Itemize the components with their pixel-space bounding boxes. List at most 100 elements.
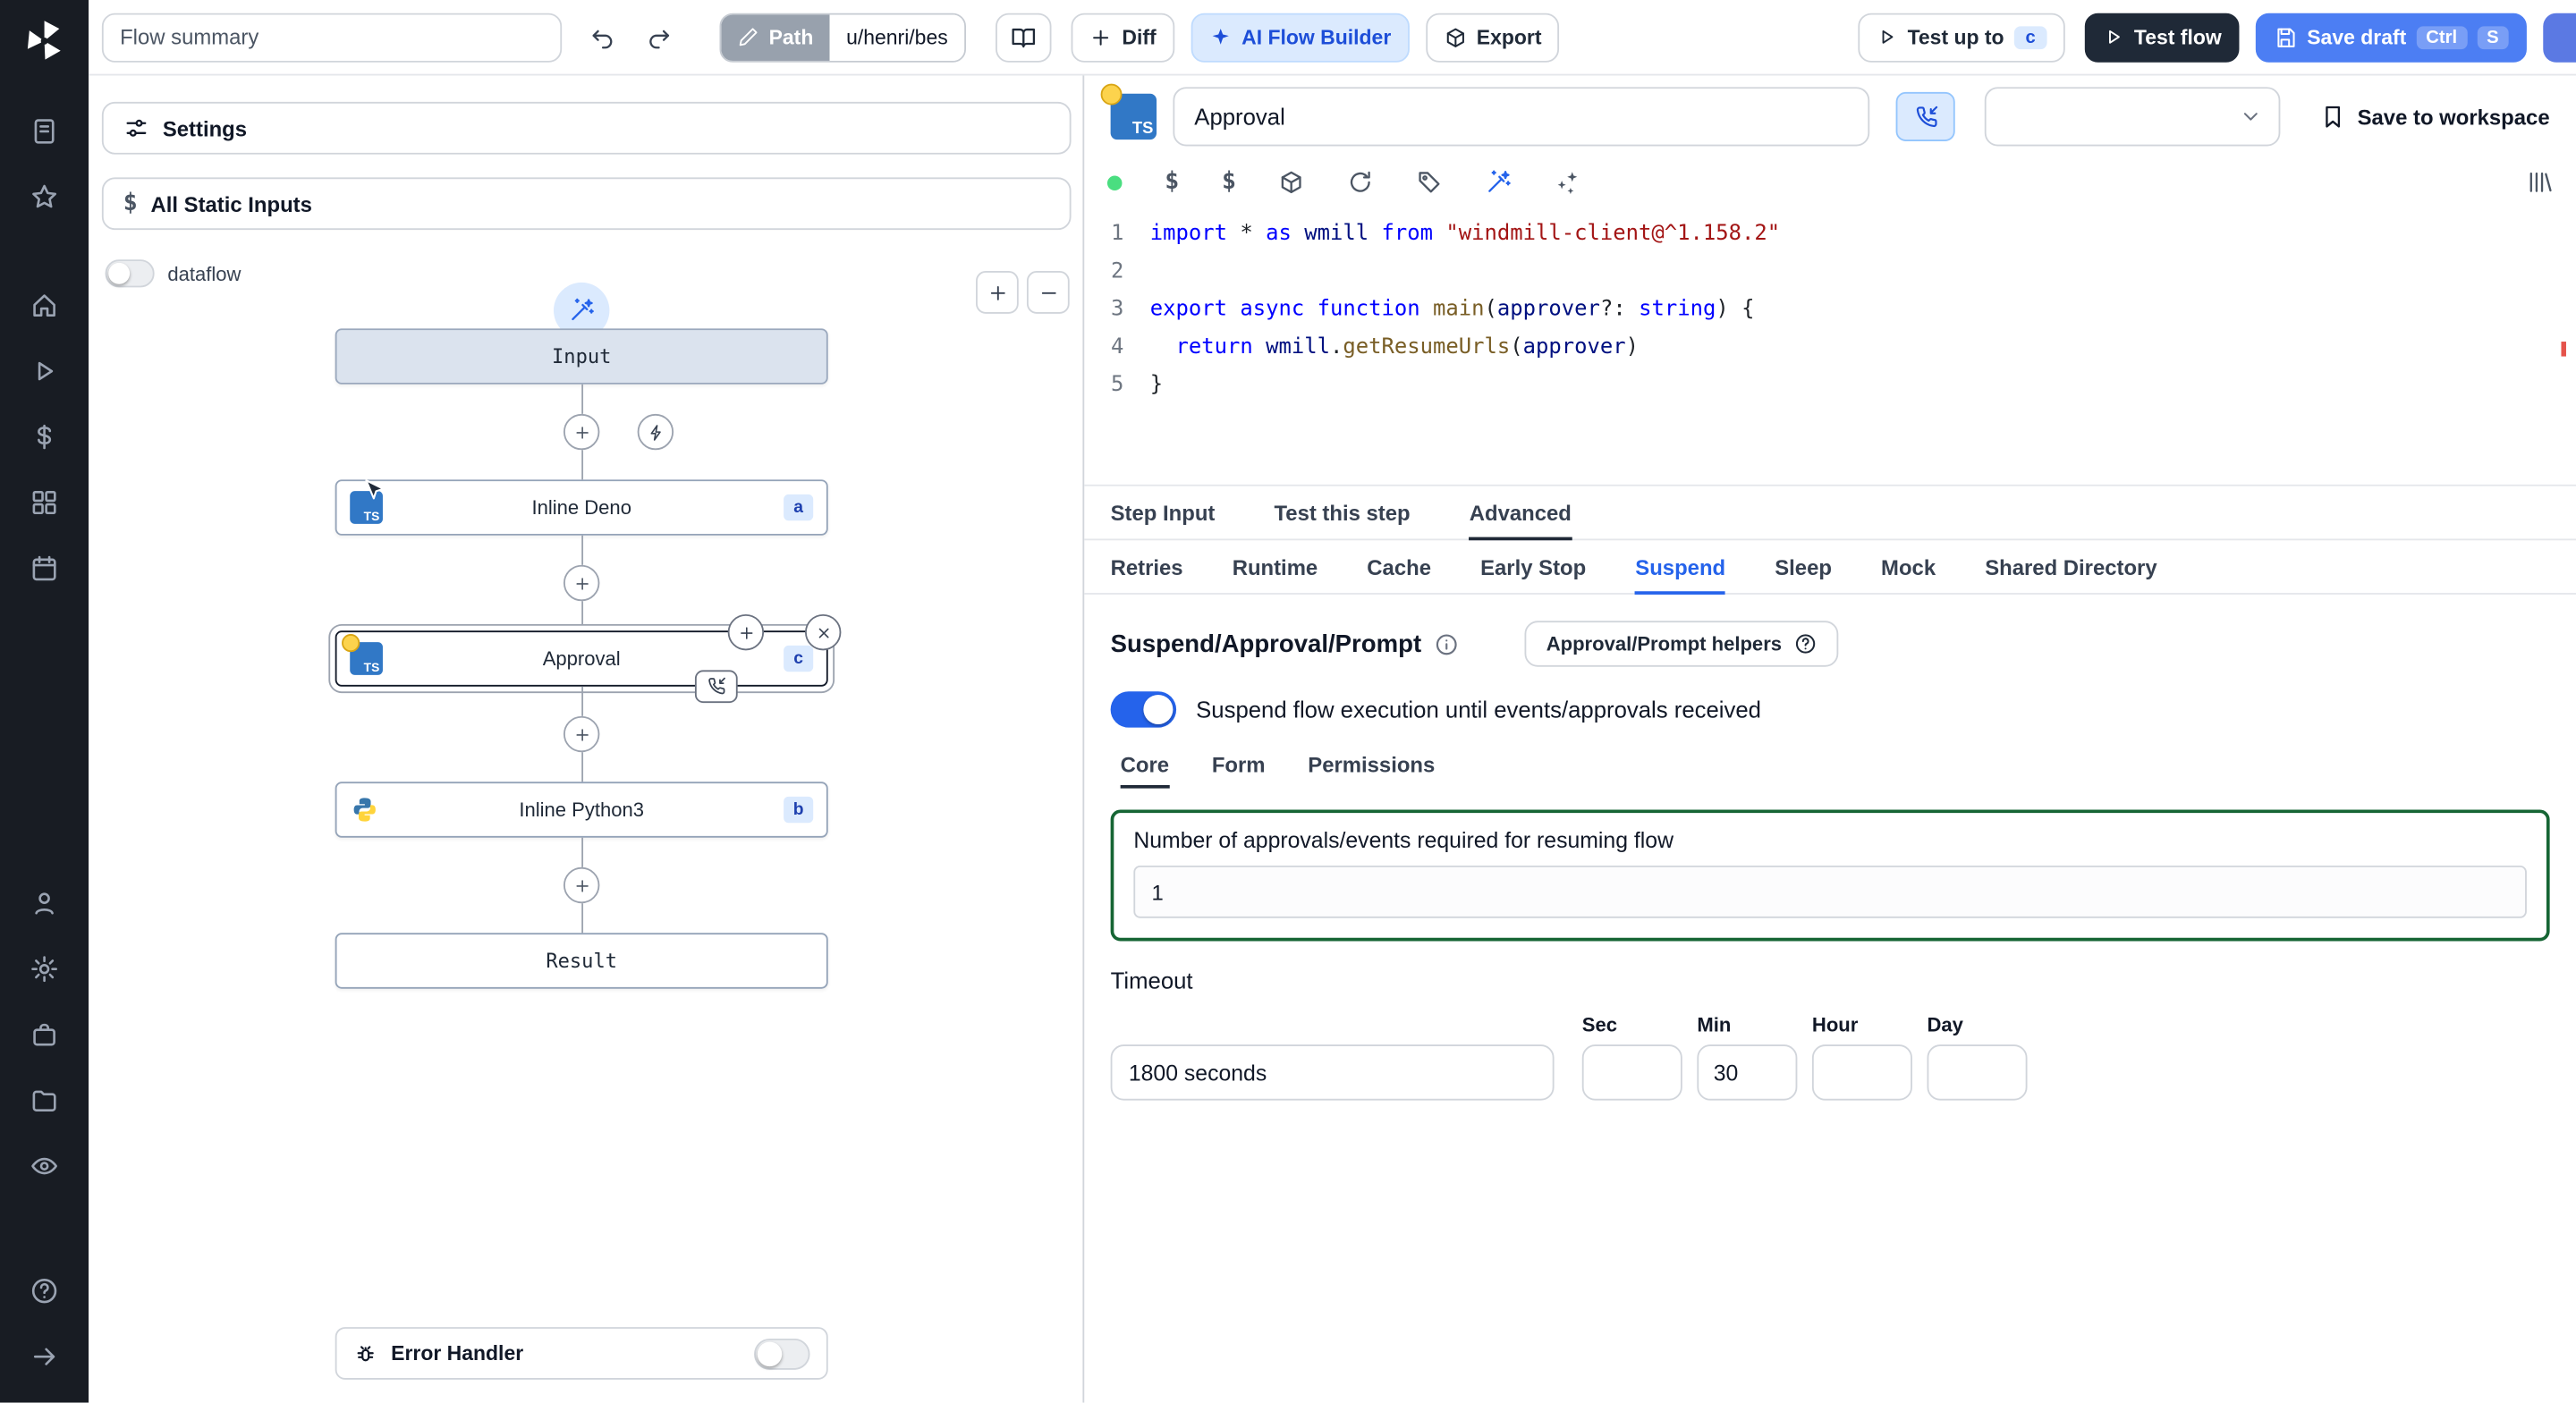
flow-panel: Settings $ All Static Inputs dataflow Inp… [89, 75, 1085, 1403]
error-handler-toggle[interactable] [754, 1338, 810, 1369]
tab-form[interactable]: Form [1212, 740, 1266, 786]
step-name-input[interactable] [1173, 87, 1870, 147]
tab-permissions[interactable]: Permissions [1308, 740, 1435, 786]
subtab-early-stop[interactable]: Early Stop [1480, 540, 1586, 593]
suspend-phone-button[interactable] [1895, 91, 1955, 141]
approvals-count-input[interactable] [1133, 865, 2527, 918]
docs-button[interactable] [995, 12, 1052, 62]
insert-step-button[interactable] [563, 866, 600, 904]
rail-folders-button[interactable] [15, 1071, 74, 1130]
code-line[interactable]: 1 import * as wmill from "windmill-client… [1084, 216, 2576, 253]
insert-step-button[interactable] [563, 413, 600, 451]
subtab-cache[interactable]: Cache [1367, 540, 1431, 593]
rail-runs-button[interactable] [15, 342, 74, 401]
error-handler[interactable]: Error Handler [335, 1327, 828, 1380]
zoom-in-button[interactable] [976, 271, 1019, 314]
flow-node-inline-deno[interactable]: TS Inline Deno a [335, 479, 828, 536]
connector [563, 686, 600, 782]
tag-select[interactable] [1984, 87, 2281, 147]
rail-users-button[interactable] [15, 874, 74, 933]
flow-node-inline-python3[interactable]: Inline Python3 b [335, 782, 828, 838]
code-line[interactable]: 2 [1084, 253, 2576, 291]
wand-icon [1486, 169, 1512, 195]
code-line[interactable]: 3 export async function main(approver?: s… [1084, 291, 2576, 328]
rail-help-button[interactable] [15, 1262, 74, 1321]
rail-favorites-button[interactable] [15, 167, 74, 226]
subtab-shared-directory[interactable]: Shared Directory [1985, 540, 2157, 593]
code-line[interactable]: 4 return wmill.getResumeUrls(approver) [1084, 328, 2576, 366]
flow-settings-button[interactable]: Settings [101, 101, 1072, 155]
rail-audit-button[interactable] [15, 1137, 74, 1196]
trigger-node-button[interactable] [637, 413, 674, 451]
error-handler-label: Error Handler [391, 1341, 524, 1365]
save-to-workspace-button[interactable]: Save to workspace [2319, 104, 2550, 130]
timeout-unit-sec: Sec [1581, 1013, 1682, 1101]
home-icon [30, 291, 59, 320]
tab-step-input[interactable]: Step Input [1111, 486, 1216, 539]
rail-settings-button[interactable] [15, 940, 74, 999]
export-button[interactable]: Export [1425, 12, 1560, 62]
tab-test-this-step[interactable]: Test this step [1274, 486, 1410, 539]
reset-button[interactable] [1348, 169, 1374, 195]
ai-sparkles-button[interactable] [1555, 169, 1580, 195]
test-flow-button[interactable]: Test flow [2084, 12, 2240, 62]
hour-input[interactable] [1811, 1044, 1912, 1101]
min-input[interactable] [1697, 1044, 1798, 1101]
clipped-deploy-button[interactable] [2543, 12, 2576, 62]
save-draft-button[interactable]: Save draft Ctrl S [2256, 12, 2527, 62]
flow-node-result[interactable]: Result [335, 933, 828, 989]
insert-step-button[interactable] [563, 564, 600, 602]
approval-prompt-helpers-button[interactable]: Approval/Prompt helpers [1524, 621, 1838, 667]
delete-step-button[interactable] [804, 613, 842, 651]
day-input[interactable] [1927, 1044, 2028, 1101]
package-icon [1444, 25, 1467, 48]
code-editor[interactable]: 1 import * as wmill from "windmill-client… [1084, 207, 2576, 486]
code-text: export async function main(approver?: st… [1149, 297, 1755, 322]
assets-button[interactable]: $ [1165, 171, 1179, 195]
subtab-retries[interactable]: Retries [1111, 540, 1183, 593]
suspend-section: Suspend/Approval/Prompt Approval/Prompt … [1084, 595, 2576, 1403]
flow-node-input[interactable]: Input [335, 328, 828, 385]
code-lines[interactable]: 1 import * as wmill from "windmill-client… [1084, 216, 2576, 404]
dollar-icon: $ [1165, 168, 1180, 196]
tag-button[interactable] [1417, 169, 1443, 195]
suspend-toggle[interactable] [1110, 691, 1177, 728]
test-up-to-button[interactable]: Test up to c [1858, 12, 2065, 62]
flow-summary-input[interactable] [101, 12, 563, 62]
tab-advanced[interactable]: Advanced [1469, 486, 1572, 541]
rail-docs-button[interactable] [15, 102, 74, 161]
rail-variables-button[interactable] [15, 408, 74, 467]
ai-flow-builder-button[interactable]: AI Flow Builder [1191, 12, 1410, 62]
code-line[interactable]: 5} [1084, 367, 2576, 404]
rail-workers-button[interactable] [15, 1005, 74, 1064]
subtab-suspend[interactable]: Suspend [1635, 540, 1725, 595]
flow-node-approval-selected[interactable]: TS Approval c [335, 613, 842, 704]
tag-icon [1417, 169, 1443, 195]
sec-input[interactable] [1581, 1044, 1682, 1101]
play-icon [30, 357, 59, 386]
rail-schedules-button[interactable] [15, 538, 74, 597]
subtab-sleep[interactable]: Sleep [1775, 540, 1832, 593]
redo-button[interactable] [631, 13, 686, 62]
undo-button[interactable] [575, 13, 631, 62]
zoom-out-button[interactable] [1026, 271, 1070, 314]
subtab-runtime[interactable]: Runtime [1233, 540, 1318, 593]
diff-button[interactable]: Diff [1071, 12, 1174, 62]
all-static-inputs-button[interactable]: $ All Static Inputs [101, 177, 1072, 231]
path-button[interactable]: Path u/henri/bes [719, 12, 966, 62]
add-branch-button[interactable] [727, 613, 765, 651]
variables-button[interactable]: $ [1222, 171, 1236, 195]
insert-step-button[interactable] [563, 715, 600, 753]
rail-expand-button[interactable] [15, 1327, 74, 1386]
rail-home-button[interactable] [15, 276, 74, 335]
step-label: Inline Python3 [519, 798, 645, 822]
ai-assistant-button[interactable] [1486, 169, 1512, 195]
dataflow-toggle[interactable] [105, 259, 155, 288]
timeout-summary-input[interactable] [1110, 1044, 1555, 1101]
phone-incoming-icon [707, 677, 726, 697]
dependencies-button[interactable] [1279, 169, 1305, 195]
subtab-mock[interactable]: Mock [1881, 540, 1936, 593]
tab-core[interactable]: Core [1120, 740, 1169, 789]
library-button[interactable] [2527, 169, 2553, 195]
rail-resources-button[interactable] [15, 473, 74, 532]
